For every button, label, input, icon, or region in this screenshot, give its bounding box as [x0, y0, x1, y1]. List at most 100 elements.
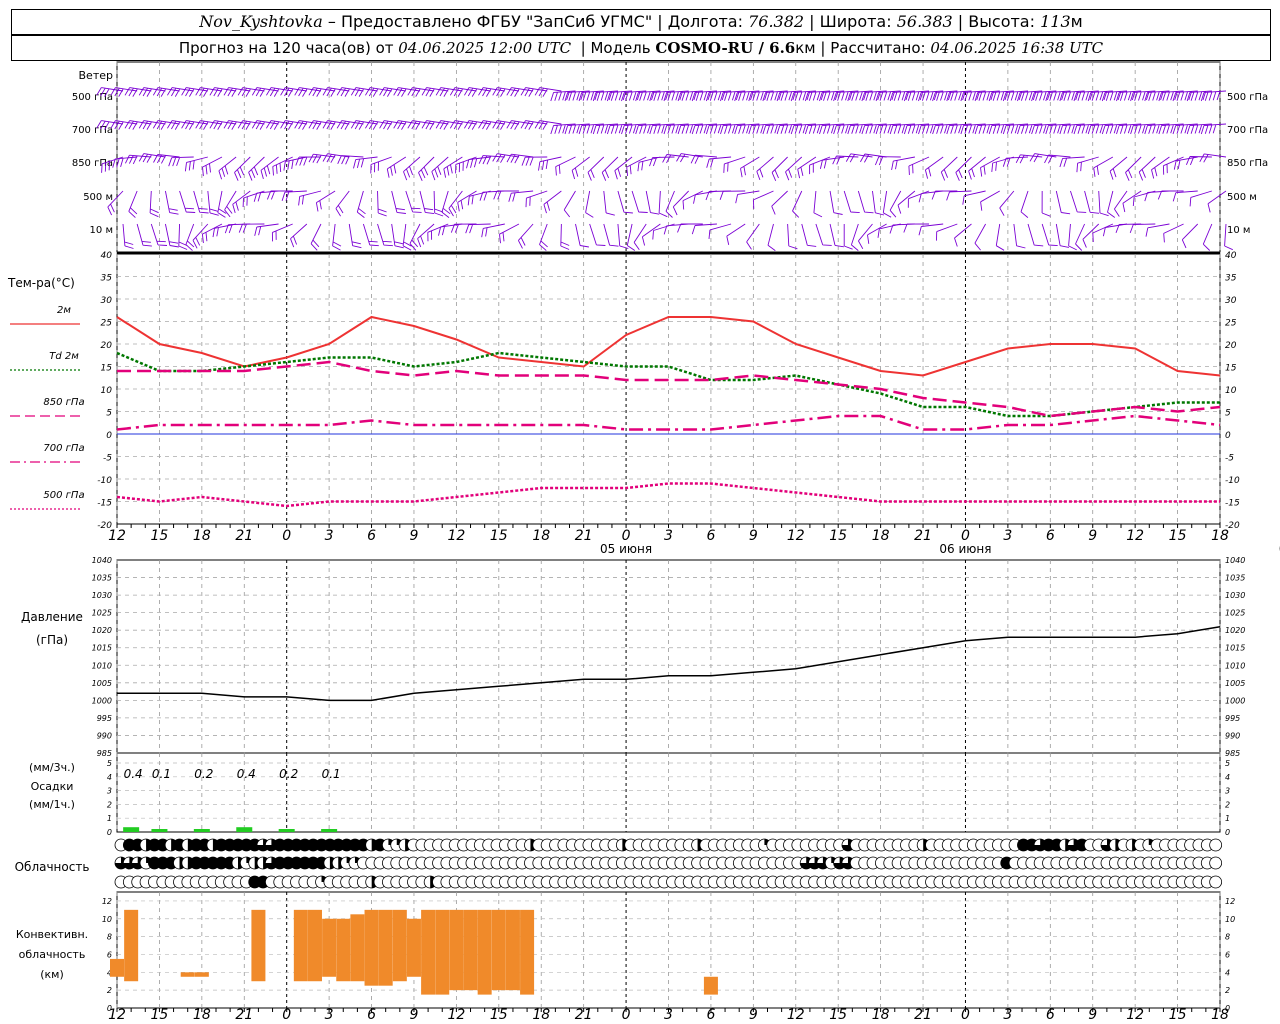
time-tick-label: 9: [749, 528, 758, 544]
wind-barb: [506, 153, 534, 164]
conv-ylabel-2: облачность: [19, 948, 86, 961]
wind-barb: [178, 223, 188, 250]
wind-barb: [746, 223, 760, 250]
time-tick-label: 12: [447, 528, 465, 544]
wind-barb: [767, 223, 776, 251]
wind-barb: [1132, 190, 1156, 207]
convective-bar: [336, 918, 351, 982]
legend-label: Td 2м: [49, 351, 79, 362]
wind-barb: [946, 190, 972, 201]
wind-barb: [832, 155, 859, 165]
convective-bar: [703, 976, 718, 995]
wind-barb: [756, 156, 774, 181]
convective-bar: [110, 958, 124, 977]
pres-tick-left: 1020: [92, 626, 112, 635]
precip-bar: [321, 829, 338, 832]
wind-level-label-right: 700 гПа: [1227, 125, 1268, 136]
wind-barb: [136, 223, 152, 247]
time-tick-label: 21: [575, 528, 593, 544]
wind-barb: [1076, 156, 1099, 173]
legend-label: 2м: [57, 305, 71, 316]
conv-tick-left: 8: [107, 933, 112, 942]
wind-barb: [218, 156, 237, 180]
wind-barb: [508, 190, 534, 202]
wind-level-label: 700 гПа: [72, 125, 113, 136]
temp-tick-left: -15: [97, 499, 112, 509]
wind-barb: [662, 154, 689, 164]
time-tick-label: 6: [1046, 528, 1055, 544]
wind-level-label-right: 850 гПа: [1227, 158, 1268, 169]
wind-barb: [706, 156, 732, 168]
convective-bar: [378, 909, 393, 986]
wind-barb: [441, 190, 451, 218]
wind-barb: [283, 156, 307, 171]
wind-barb: [493, 190, 519, 200]
wind-barb: [633, 223, 647, 250]
wind-barb: [641, 223, 661, 246]
wind-barb: [164, 223, 179, 248]
wind-barb: [1102, 223, 1128, 237]
temp-tick-right: 35: [1225, 274, 1237, 284]
wind-barb: [813, 190, 823, 218]
wind-level-label: 500 гПа: [72, 92, 113, 103]
wind-barb: [829, 190, 843, 215]
legend-label: 850 гПа: [43, 397, 84, 408]
wind-barb: [614, 156, 633, 180]
time-tick-label: 21: [914, 528, 932, 544]
wind-barb: [1082, 223, 1100, 248]
wind-level-label-right: 500 м: [1227, 192, 1257, 203]
pres-tick-right: 1025: [1225, 609, 1245, 618]
wind-barb: [801, 223, 817, 247]
wind-barb: [980, 190, 1000, 211]
wind-level-label: 850 гПа: [72, 158, 113, 169]
conv-tick-left: 12: [102, 897, 112, 906]
precip-amount-label: 0.4: [124, 767, 143, 781]
cloud-symbol: [1209, 875, 1223, 889]
convective-bar: [364, 909, 379, 986]
wind-barb: [353, 156, 378, 169]
wind-barb: [882, 190, 892, 218]
convective-bar: [520, 909, 535, 995]
wind-barb: [1041, 190, 1051, 217]
pres-tick-right: 1005: [1225, 679, 1245, 688]
wind-barb: [409, 223, 421, 251]
wind-barb: [617, 223, 629, 249]
wind-barb: [377, 190, 387, 217]
temp-tick-left: 25: [101, 319, 113, 329]
wind-barb: [112, 156, 138, 168]
wind-barb: [335, 190, 350, 217]
temp-tick-left: 15: [101, 364, 113, 374]
prec-ylabel-3: (мм/1ч.): [29, 798, 75, 811]
conv-tick-right: 4: [1225, 968, 1230, 977]
wind-barb: [1107, 190, 1116, 218]
wind-barb: [787, 223, 798, 250]
prec-tick-left: 0: [107, 828, 112, 837]
wind-barb: [1068, 223, 1077, 251]
pres-tick-right: 1010: [1225, 661, 1245, 670]
convective-bar: [194, 972, 209, 977]
wind-barb: [1055, 190, 1071, 215]
conv-tick-right: 6: [1225, 950, 1230, 959]
temp-tick-right: -20: [1225, 521, 1240, 531]
convective-bar: [421, 909, 436, 995]
wind-barbs: [96, 87, 1233, 251]
wind-barb: [560, 223, 570, 250]
convective-bar: [307, 909, 322, 982]
wind-barb: [693, 190, 718, 204]
wind-barb: [391, 190, 406, 214]
wind-barb: [433, 190, 444, 217]
wind-barb: [1027, 223, 1044, 247]
wind-barb: [438, 223, 463, 236]
wind-barb: [603, 190, 615, 216]
wind-barb: [652, 223, 675, 240]
wind-barb: [517, 223, 534, 249]
time-tick-label: 15: [1169, 528, 1187, 544]
wind-barb: [735, 190, 760, 204]
convective-bar: [392, 909, 407, 982]
prec-tick-left: 5: [107, 759, 112, 768]
pres-tick-left: 1030: [92, 591, 112, 600]
pres-tick-left: 1015: [92, 644, 112, 653]
wind-barb: [1125, 156, 1142, 181]
conv-tick-right: 10: [1225, 915, 1235, 924]
wind-barb: [829, 223, 844, 248]
